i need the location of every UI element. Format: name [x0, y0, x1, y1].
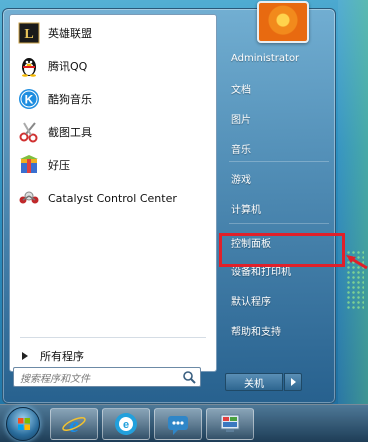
pinned-program-catalyst-control-center[interactable]: Catalyst Control Center	[14, 182, 212, 214]
svg-text:e: e	[69, 412, 79, 437]
right-item-computer[interactable]: 计算机	[225, 197, 335, 219]
search-placeholder: 搜索程序和文件	[20, 373, 90, 385]
wallpaper-decoration	[338, 0, 368, 404]
right-item-label: 游戏	[231, 174, 251, 186]
catalyst-control-center-icon	[18, 187, 40, 209]
pinned-program-league-of-legends[interactable]: L 英雄联盟	[14, 17, 212, 49]
pinned-program-label: 酷狗音乐	[48, 93, 92, 106]
search-input[interactable]: 搜索程序和文件	[13, 367, 201, 387]
shutdown-label: 关机	[244, 378, 264, 390]
browser-e-icon: e	[115, 413, 137, 435]
pinned-program-label: 截图工具	[48, 126, 92, 139]
taskbar-internet-explorer[interactable]: e	[50, 408, 98, 440]
right-item-label: 帮助和支持	[231, 326, 281, 338]
right-item-label: Administrator	[231, 52, 300, 64]
right-item-label: 音乐	[231, 144, 251, 156]
haozip-icon	[18, 154, 40, 176]
search-icon[interactable]	[182, 370, 196, 384]
pinned-program-label: 英雄联盟	[48, 27, 92, 40]
pinned-program-snipping-tool[interactable]: 截图工具	[14, 116, 212, 148]
start-button[interactable]	[6, 407, 40, 441]
league-of-legends-icon: L	[18, 22, 40, 44]
right-item-label: 计算机	[231, 204, 261, 216]
pinned-program-qq[interactable]: 腾讯QQ	[14, 50, 212, 82]
qq-penguin-icon	[18, 55, 40, 77]
pinned-program-haozip[interactable]: 好压	[14, 149, 212, 181]
taskbar-chat-app[interactable]	[154, 408, 202, 440]
pinned-program-label: 好压	[48, 159, 70, 172]
arrow-right-icon	[290, 378, 296, 386]
right-pane-divider	[229, 161, 329, 162]
right-item-label: 图片	[231, 114, 251, 126]
right-item-label: 默认程序	[231, 296, 271, 308]
kugou-music-icon: K	[18, 88, 40, 110]
taskbar-browser[interactable]: e	[102, 408, 150, 440]
right-item-games[interactable]: 游戏	[225, 167, 335, 189]
right-item-music[interactable]: 音乐	[225, 137, 335, 159]
control-panel-icon	[220, 414, 240, 432]
right-item-default-programs[interactable]: 默认程序	[225, 289, 335, 311]
shutdown-options-button[interactable]	[284, 373, 302, 391]
taskbar-control-panel[interactable]	[206, 408, 254, 440]
all-programs-divider	[20, 337, 206, 338]
start-menu-left-pane: L 英雄联盟 腾讯QQ K 酷狗音乐 截图工具 好压 Catalyst Cont…	[9, 14, 217, 372]
expand-arrow-icon	[22, 352, 28, 360]
start-menu: L 英雄联盟 腾讯QQ K 酷狗音乐 截图工具 好压 Catalyst Cont…	[2, 1, 345, 404]
svg-text:K: K	[25, 93, 34, 107]
right-item-pictures[interactable]: 图片	[225, 107, 335, 129]
user-account-picture[interactable]	[257, 1, 309, 43]
pinned-program-kugou[interactable]: K 酷狗音乐	[14, 83, 212, 115]
pinned-program-label: Catalyst Control Center	[48, 191, 177, 205]
all-programs-button[interactable]: 所有程序	[18, 345, 208, 367]
taskbar: e e	[0, 404, 368, 442]
pinned-program-label: 腾讯QQ	[48, 60, 88, 73]
right-pane-divider	[229, 223, 329, 224]
annotation-arrow-icon	[346, 255, 368, 270]
control-panel-highlight-box	[219, 233, 345, 267]
right-item-administrator[interactable]: Administrator	[225, 47, 335, 69]
snipping-tool-icon	[18, 121, 40, 143]
right-item-help-and-support[interactable]: 帮助和支持	[225, 319, 335, 341]
windows-logo-icon	[18, 418, 30, 430]
svg-text:e: e	[123, 419, 129, 431]
all-programs-label: 所有程序	[40, 350, 84, 363]
right-item-label: 文档	[231, 84, 251, 96]
internet-explorer-icon: e	[62, 412, 86, 437]
right-item-documents[interactable]: 文档	[225, 77, 335, 99]
shutdown-button[interactable]: 关机	[225, 373, 283, 391]
chat-icon	[168, 416, 188, 435]
svg-text:L: L	[24, 27, 33, 42]
